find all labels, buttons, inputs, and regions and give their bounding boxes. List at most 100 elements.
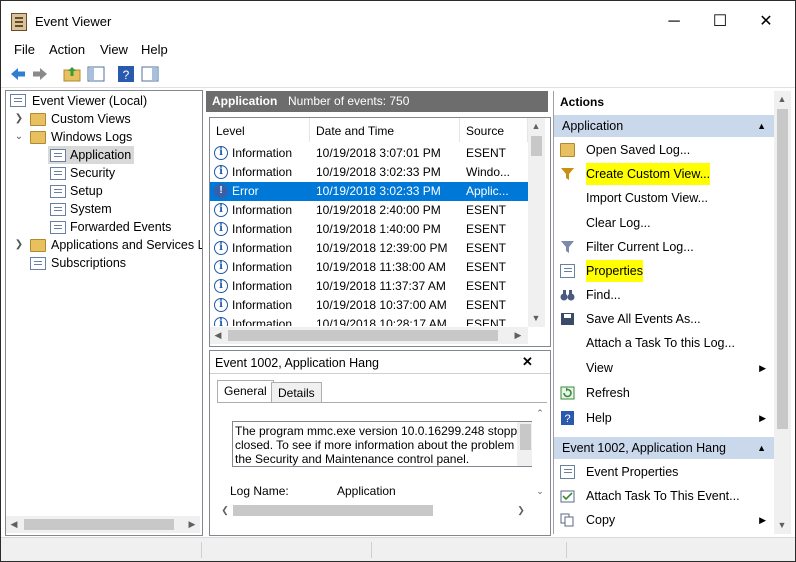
event-row-selected[interactable]: ! Error 10/19/2018 3:02:33 PM Applic...: [210, 182, 528, 201]
log-icon: [50, 185, 66, 198]
scroll-right-icon[interactable]: ▶: [510, 327, 526, 344]
scroll-thumb[interactable]: [531, 136, 542, 156]
scroll-thumb[interactable]: [520, 424, 531, 450]
event-row[interactable]: i Information 10/19/2018 3:02:33 PM Wind…: [210, 163, 528, 182]
scroll-up-icon[interactable]: ▲: [774, 91, 790, 108]
event-viewer-icon: [11, 13, 27, 31]
collapse-icon[interactable]: ▲: [757, 437, 766, 459]
close-detail-button[interactable]: ✕: [522, 354, 533, 370]
event-row[interactable]: i Information 10/19/2018 11:37:37 AM ESE…: [210, 277, 528, 296]
list-horizontal-scrollbar[interactable]: ◀ ▶: [210, 327, 528, 344]
scroll-down-icon[interactable]: ⌄: [532, 483, 548, 500]
action-event-properties[interactable]: Event Properties: [554, 461, 774, 483]
scroll-right-icon[interactable]: ▶: [184, 516, 200, 533]
help-icon[interactable]: ?: [117, 65, 135, 83]
menu-view[interactable]: View: [100, 42, 128, 57]
scroll-up-icon[interactable]: ▲: [528, 118, 544, 135]
action-clear-log[interactable]: Clear Log...: [554, 212, 774, 234]
maximize-button[interactable]: ☐: [697, 7, 743, 37]
tab-details[interactable]: Details: [271, 382, 322, 403]
tab-general[interactable]: General: [217, 380, 274, 403]
scroll-left-icon[interactable]: ❮: [217, 502, 233, 519]
action-attach-task-to-event[interactable]: Attach Task To This Event...: [554, 485, 774, 507]
event-row[interactable]: i Information 10/19/2018 12:39:00 PM ESE…: [210, 239, 528, 258]
event-message[interactable]: The program mmc.exe version 10.0.16299.2…: [232, 421, 534, 467]
scroll-thumb[interactable]: [24, 519, 174, 530]
action-import-custom-view[interactable]: Import Custom View...: [554, 187, 774, 209]
list-vertical-scrollbar[interactable]: ▲ ▼: [528, 118, 545, 327]
tree-item-application[interactable]: Application: [48, 146, 134, 164]
scroll-down-icon[interactable]: ▼: [528, 310, 544, 327]
scroll-left-icon[interactable]: ◀: [6, 516, 22, 533]
information-icon: i: [214, 203, 228, 217]
event-row[interactable]: i Information 10/19/2018 2:40:00 PM ESEN…: [210, 201, 528, 220]
properties-icon: [560, 465, 575, 479]
task-icon: [560, 490, 575, 503]
event-row[interactable]: i Information 10/19/2018 1:40:00 PM ESEN…: [210, 220, 528, 239]
detail-vertical-scrollbar[interactable]: ⌃ ⌄: [532, 405, 549, 501]
chevron-right-icon[interactable]: ❯: [14, 110, 24, 128]
filter-add-icon: [561, 168, 574, 180]
filter-icon: [561, 241, 574, 253]
error-icon: !: [214, 184, 228, 198]
actions-section-application[interactable]: Application ▲: [554, 115, 774, 137]
event-row[interactable]: i Information 10/19/2018 3:07:01 PM ESEN…: [210, 144, 528, 163]
back-arrow-icon[interactable]: [9, 65, 27, 83]
show-hide-tree-icon[interactable]: [87, 65, 105, 83]
scroll-left-icon[interactable]: ◀: [210, 327, 226, 344]
event-row[interactable]: i Information 10/19/2018 11:38:00 AM ESE…: [210, 258, 528, 277]
title-bar: Event Viewer ─ ☐ ✕: [1, 1, 795, 39]
information-icon: i: [214, 146, 228, 160]
properties-icon: [560, 264, 575, 278]
event-row[interactable]: i Information 10/19/2018 10:37:00 AM ESE…: [210, 296, 528, 315]
action-save-all-events[interactable]: Save All Events As...: [554, 308, 774, 330]
chevron-right-icon[interactable]: ❯: [14, 236, 24, 254]
scroll-thumb[interactable]: [233, 505, 433, 516]
action-properties[interactable]: Properties: [554, 260, 774, 282]
tree-horizontal-scrollbar[interactable]: ◀ ▶: [6, 516, 200, 533]
event-viewer-window: Event Viewer ─ ☐ ✕ File Action View Help…: [0, 0, 796, 562]
action-open-saved-log[interactable]: Open Saved Log...: [554, 139, 774, 161]
action-copy[interactable]: Copy ▶: [554, 509, 774, 531]
log-name-label: Log Name:: [230, 484, 289, 498]
action-view[interactable]: View ▶: [554, 357, 774, 379]
collapse-icon[interactable]: ▲: [757, 115, 766, 137]
chevron-down-icon[interactable]: ⌄: [14, 128, 24, 146]
menu-file[interactable]: File: [14, 42, 35, 57]
scroll-up-icon[interactable]: ⌃: [532, 405, 548, 422]
forward-arrow-icon[interactable]: [31, 65, 49, 83]
up-folder-icon[interactable]: [63, 65, 81, 83]
actions-pane: Actions Application ▲ Open Saved Log... …: [553, 91, 792, 534]
menu-action[interactable]: Action: [49, 42, 85, 57]
detail-horizontal-scrollbar[interactable]: ❮ ❯: [217, 502, 531, 519]
folder-icon: [30, 131, 46, 144]
event-row[interactable]: i Information 10/19/2018 10:28:17 AM ESE…: [210, 315, 528, 326]
status-divider: [201, 542, 202, 558]
scroll-thumb[interactable]: [777, 109, 788, 429]
scroll-right-icon[interactable]: ❯: [513, 502, 529, 519]
log-header: Application Number of events: 750: [206, 91, 548, 112]
action-help[interactable]: ? Help ▶: [554, 407, 774, 429]
column-source[interactable]: Source: [460, 118, 528, 142]
action-find[interactable]: Find...: [554, 284, 774, 306]
scroll-thumb[interactable]: [228, 330, 498, 341]
action-attach-task-to-log[interactable]: Attach a Task To this Log...: [554, 332, 774, 354]
actions-vertical-scrollbar[interactable]: ▲ ▼: [774, 91, 791, 534]
information-icon: i: [214, 317, 228, 326]
column-date-time[interactable]: Date and Time: [310, 118, 460, 142]
show-action-pane-icon[interactable]: [141, 65, 159, 83]
actions-section-event[interactable]: Event 1002, Application Hang ▲: [554, 437, 774, 459]
action-create-custom-view[interactable]: Create Custom View...: [554, 163, 774, 185]
navigation-tree: Event Viewer (Local) ❯ Custom Views ⌄ Wi…: [5, 90, 203, 536]
menu-help[interactable]: Help: [141, 42, 168, 57]
action-refresh[interactable]: Refresh: [554, 382, 774, 404]
action-filter-current-log[interactable]: Filter Current Log...: [554, 236, 774, 258]
scroll-down-icon[interactable]: ▼: [774, 517, 790, 534]
folder-icon: [30, 113, 46, 126]
log-name-value: Application: [337, 484, 396, 498]
minimize-button[interactable]: ─: [651, 7, 697, 37]
close-button[interactable]: ✕: [743, 7, 789, 37]
actions-header: Actions: [560, 95, 605, 109]
column-level[interactable]: Level: [210, 118, 310, 142]
submenu-arrow-icon: ▶: [759, 363, 766, 373]
